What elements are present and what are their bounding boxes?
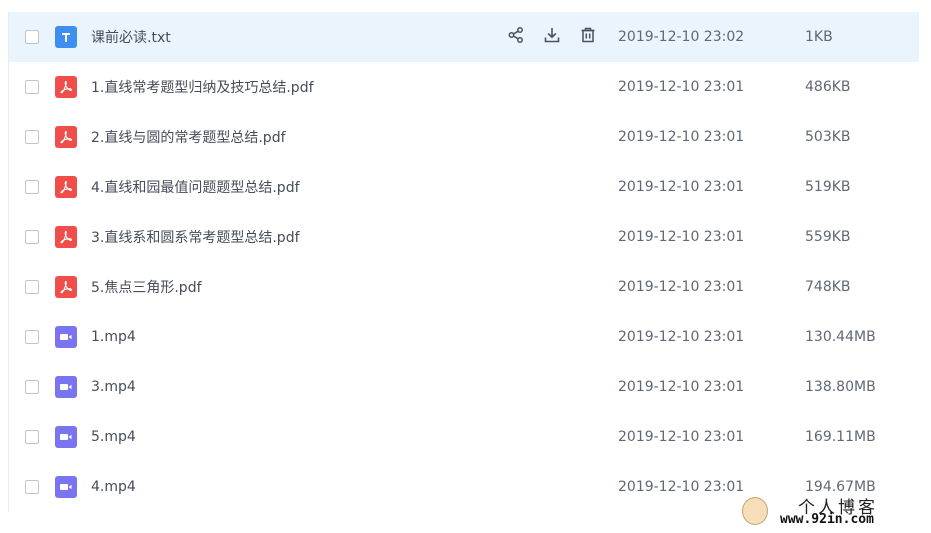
pdf-file-icon: [55, 226, 77, 248]
file-date: 2019-12-10 23:01: [618, 79, 745, 95]
file-date: 2019-12-10 23:01: [618, 379, 745, 395]
mp4-file-icon: [55, 376, 77, 398]
watermark-url: www.92in.com: [780, 512, 874, 527]
mp4-file-icon: [55, 426, 77, 448]
file-checkbox[interactable]: [25, 430, 39, 444]
file-size: 1KB: [805, 29, 833, 45]
file-date: 2019-12-10 23:01: [618, 229, 745, 245]
file-date: 2019-12-10 23:01: [618, 279, 745, 295]
file-name[interactable]: 课前必读.txt: [91, 27, 171, 47]
file-size: 486KB: [805, 79, 851, 95]
file-row[interactable]: 课前必读.txt 2019-12-10 23:02 1KB: [9, 12, 919, 62]
watermark: 个人博客 www.92in.com: [740, 493, 925, 529]
file-row[interactable]: 2.直线与圆的常考题型总结.pdf 2019-12-10 23:01 503KB: [9, 112, 919, 162]
file-size: 559KB: [805, 229, 851, 245]
row-actions: [507, 26, 597, 48]
file-size: 519KB: [805, 179, 851, 195]
file-date: 2019-12-10 23:01: [618, 479, 745, 495]
file-checkbox[interactable]: [25, 380, 39, 394]
mp4-file-icon: [55, 476, 77, 498]
file-name[interactable]: 1.mp4: [91, 329, 136, 345]
file-date: 2019-12-10 23:01: [618, 329, 745, 345]
file-name[interactable]: 2.直线与圆的常考题型总结.pdf: [91, 127, 286, 147]
file-name[interactable]: 3.mp4: [91, 379, 136, 395]
file-date: 2019-12-10 23:01: [618, 429, 745, 445]
file-checkbox[interactable]: [25, 280, 39, 294]
pdf-file-icon: [55, 76, 77, 98]
file-row[interactable]: 5.mp4 2019-12-10 23:01 169.11MB: [9, 412, 919, 462]
share-button[interactable]: [507, 26, 525, 48]
mp4-file-icon: [55, 326, 77, 348]
file-list: 课前必读.txt 2019-12-10 23:02 1KB 1.直线常考题型归纳及技巧…: [8, 12, 919, 512]
file-size: 503KB: [805, 129, 851, 145]
file-row[interactable]: 4.直线和园最值问题题型总结.pdf 2019-12-10 23:01 519KB: [9, 162, 919, 212]
file-date: 2019-12-10 23:02: [618, 29, 745, 45]
file-checkbox[interactable]: [25, 480, 39, 494]
file-row[interactable]: 5.焦点三角形.pdf 2019-12-10 23:01 748KB: [9, 262, 919, 312]
pdf-file-icon: [55, 276, 77, 298]
file-row[interactable]: 1.直线常考题型归纳及技巧总结.pdf 2019-12-10 23:01 486KB: [9, 62, 919, 112]
download-icon: [543, 26, 561, 48]
file-name[interactable]: 4.mp4: [91, 479, 136, 495]
file-size: 130.44MB: [805, 329, 876, 345]
file-name[interactable]: 5.mp4: [91, 429, 136, 445]
watermark-avatar-icon: [742, 497, 768, 525]
txt-file-icon: [55, 26, 77, 48]
file-name[interactable]: 3.直线系和圆系常考题型总结.pdf: [91, 227, 300, 247]
file-row[interactable]: 3.mp4 2019-12-10 23:01 138.80MB: [9, 362, 919, 412]
file-size: 138.80MB: [805, 379, 876, 395]
file-checkbox[interactable]: [25, 130, 39, 144]
file-size: 169.11MB: [805, 429, 876, 445]
file-checkbox[interactable]: [25, 30, 39, 44]
file-checkbox[interactable]: [25, 330, 39, 344]
file-name[interactable]: 5.焦点三角形.pdf: [91, 277, 202, 297]
file-checkbox[interactable]: [25, 230, 39, 244]
delete-button[interactable]: [579, 26, 597, 48]
pdf-file-icon: [55, 126, 77, 148]
file-size: 748KB: [805, 279, 851, 295]
file-row[interactable]: 3.直线系和圆系常考题型总结.pdf 2019-12-10 23:01 559KB: [9, 212, 919, 262]
file-row[interactable]: 1.mp4 2019-12-10 23:01 130.44MB: [9, 312, 919, 362]
trash-icon: [579, 26, 597, 48]
file-date: 2019-12-10 23:01: [618, 179, 745, 195]
file-name[interactable]: 4.直线和园最值问题题型总结.pdf: [91, 177, 300, 197]
share-icon: [507, 26, 525, 48]
file-name[interactable]: 1.直线常考题型归纳及技巧总结.pdf: [91, 77, 314, 97]
download-button[interactable]: [543, 28, 561, 46]
file-checkbox[interactable]: [25, 80, 39, 94]
pdf-file-icon: [55, 176, 77, 198]
file-date: 2019-12-10 23:01: [618, 129, 745, 145]
file-checkbox[interactable]: [25, 180, 39, 194]
